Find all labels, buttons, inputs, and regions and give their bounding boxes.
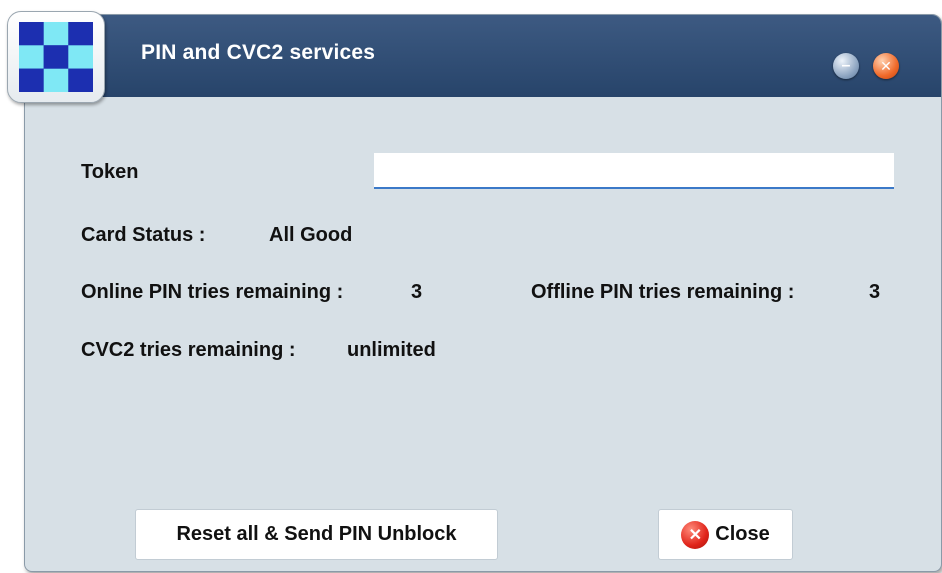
cvc2-label: CVC2 tries remaining : bbox=[81, 339, 296, 361]
close-icon[interactable]: ✕ bbox=[873, 53, 899, 79]
minimize-icon[interactable]: – bbox=[833, 53, 859, 79]
cvc2-value: unlimited bbox=[347, 339, 436, 361]
card-status-value: All Good bbox=[269, 224, 353, 246]
online-pin-value: 3 bbox=[411, 281, 423, 303]
offline-pin-label: Offline PIN tries remaining : bbox=[531, 281, 795, 303]
token-input[interactable] bbox=[374, 153, 894, 189]
app-icon bbox=[7, 11, 105, 103]
title-bar[interactable]: PIN and CVC2 services – ✕ bbox=[25, 15, 941, 97]
window-title: PIN and CVC2 services bbox=[141, 41, 376, 64]
close-button-label: Close bbox=[715, 523, 770, 545]
close-icon: ✕ bbox=[681, 520, 710, 549]
reset-button-label: Reset all & Send PIN Unblock bbox=[176, 523, 457, 545]
card-status-label: Card Status : bbox=[81, 224, 206, 246]
reset-send-pin-unblock-button[interactable]: Reset all & Send PIN Unblock bbox=[135, 509, 498, 560]
offline-pin-value: 3 bbox=[869, 281, 881, 303]
pin-cvc2-dialog: PIN and CVC2 services – ✕ Token Card Sta… bbox=[24, 14, 942, 572]
token-label: Token bbox=[81, 161, 139, 183]
close-button[interactable]: ✕ Close bbox=[658, 509, 793, 560]
checkerboard-app-icon bbox=[19, 22, 93, 92]
online-pin-label: Online PIN tries remaining : bbox=[81, 281, 344, 303]
